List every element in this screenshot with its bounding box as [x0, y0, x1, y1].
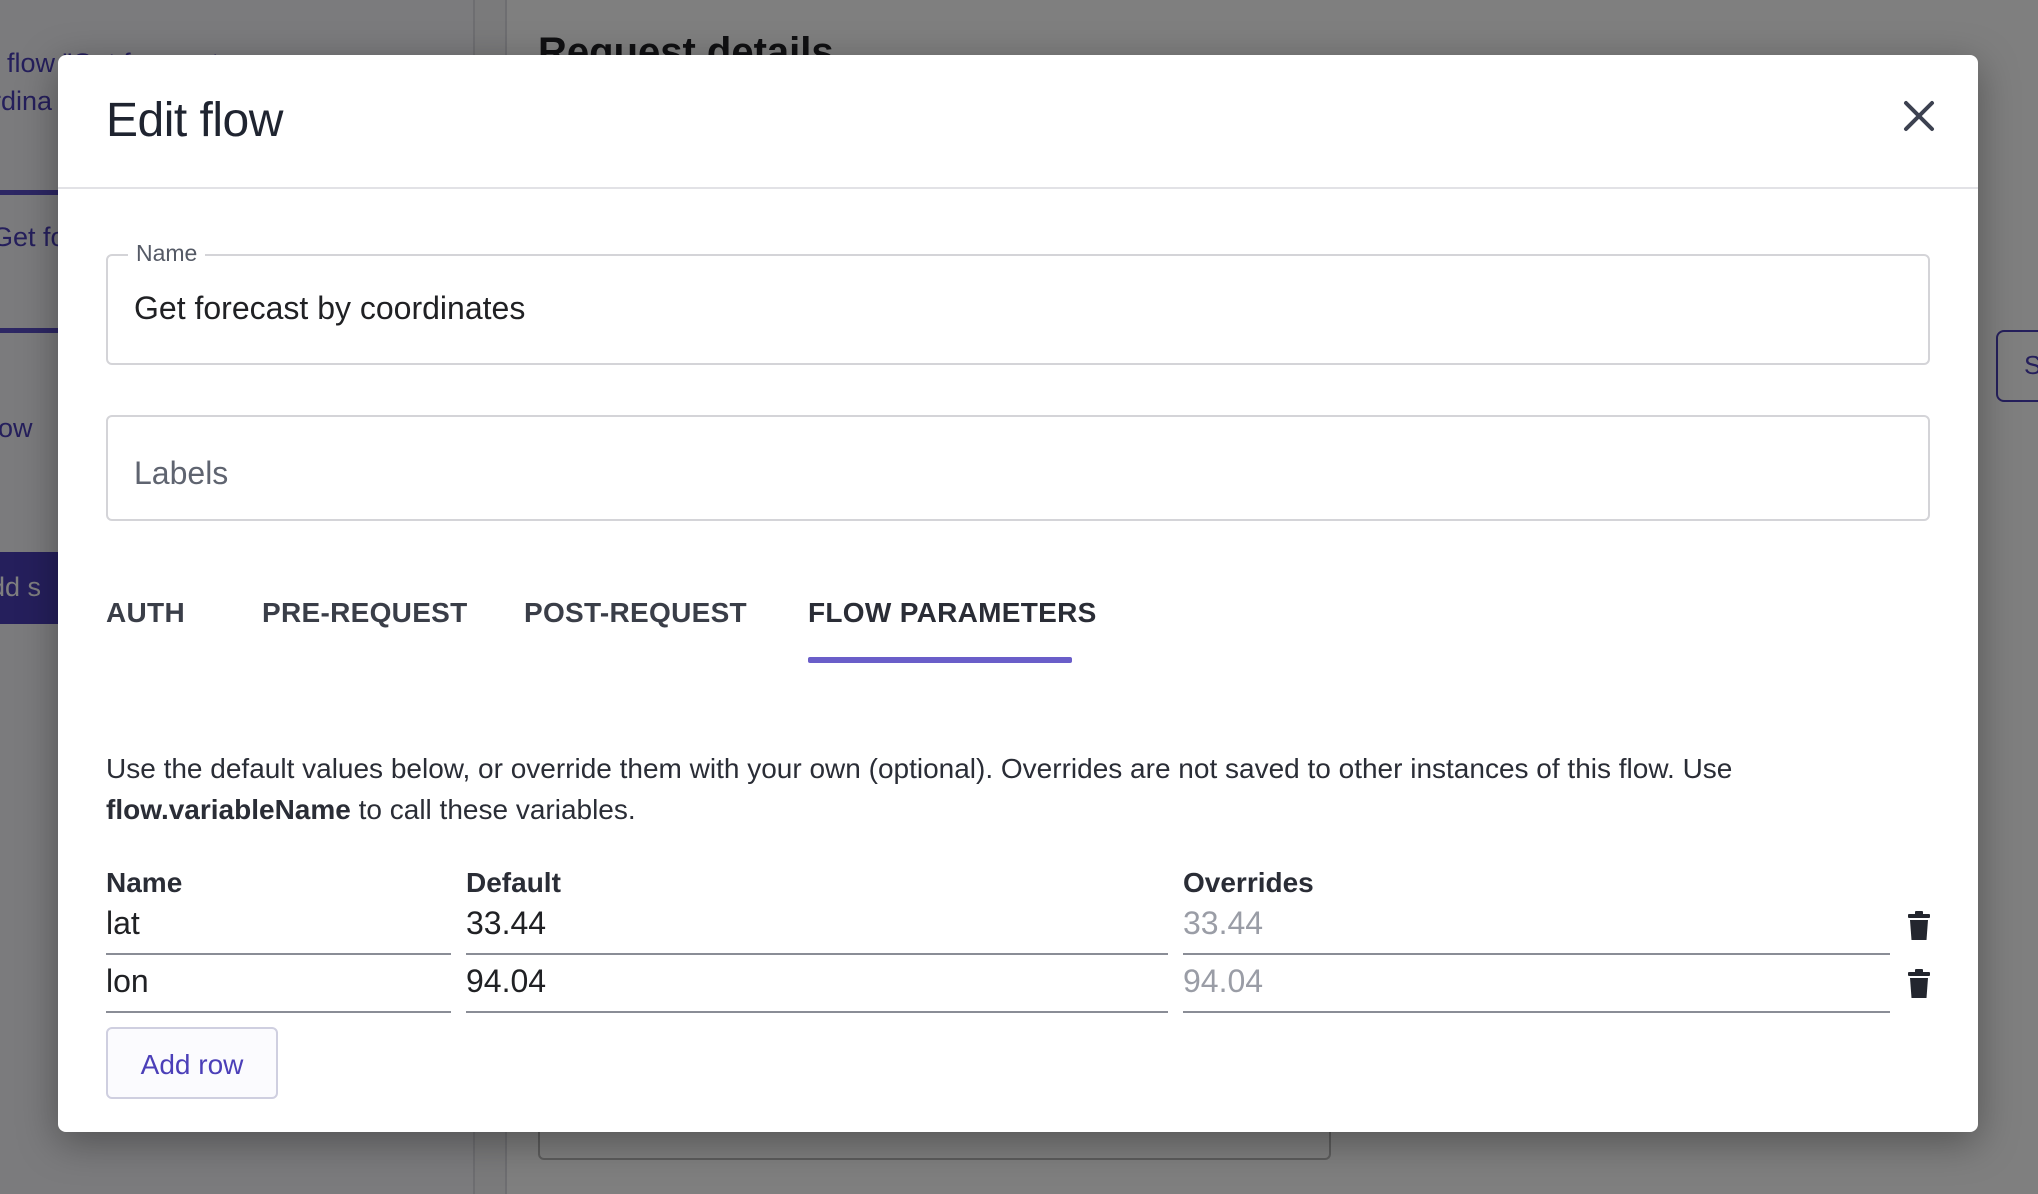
tab-pre-request[interactable]: PRE-REQUEST — [262, 585, 468, 665]
dialog-title: Edit flow — [106, 94, 283, 147]
name-field[interactable]: Name Get forecast by coordinates — [106, 240, 1930, 365]
delete-row-button[interactable] — [1906, 911, 1932, 941]
close-button[interactable] — [1896, 93, 1942, 139]
description-text: Use the default values below, or overrid… — [106, 753, 1733, 784]
add-row-button[interactable]: Add row — [106, 1027, 278, 1099]
name-input[interactable]: Get forecast by coordinates — [134, 290, 525, 327]
tab-auth[interactable]: AUTH — [106, 585, 185, 665]
edit-flow-dialog: Edit flow Name Get forecast by coordinat… — [58, 55, 1978, 1132]
name-field-label: Name — [128, 240, 206, 267]
flow-parameters-description: Use the default values below, or overrid… — [106, 748, 1936, 830]
param-default-input[interactable]: 33.44 — [466, 903, 1168, 955]
param-name-input[interactable]: lat — [106, 903, 451, 955]
param-name-input[interactable]: lon — [106, 961, 451, 1013]
delete-row-button[interactable] — [1906, 969, 1932, 999]
active-tab-indicator — [808, 657, 1072, 663]
param-override-input[interactable]: 94.04 — [1183, 961, 1890, 1013]
tab-post-request[interactable]: POST-REQUEST — [524, 585, 747, 665]
tab-bar: AUTH PRE-REQUEST POST-REQUEST FLOW PARAM… — [106, 585, 1206, 665]
labels-field[interactable]: Labels — [106, 415, 1930, 521]
trash-icon — [1908, 969, 1930, 998]
description-text-end: to call these variables. — [350, 794, 636, 825]
dialog-header: Edit flow — [58, 55, 1978, 189]
close-icon — [1904, 101, 1934, 131]
trash-icon — [1908, 911, 1930, 940]
labels-input[interactable]: Labels — [134, 455, 228, 492]
column-header-default: Default — [466, 867, 561, 898]
column-header-overrides: Overrides — [1183, 867, 1314, 898]
param-override-input[interactable]: 33.44 — [1183, 903, 1890, 955]
param-default-input[interactable]: 94.04 — [466, 961, 1168, 1013]
column-header-name: Name — [106, 867, 183, 898]
variable-syntax: flow.variableName — [106, 794, 351, 825]
tab-flow-parameters[interactable]: FLOW PARAMETERS — [808, 585, 1097, 665]
